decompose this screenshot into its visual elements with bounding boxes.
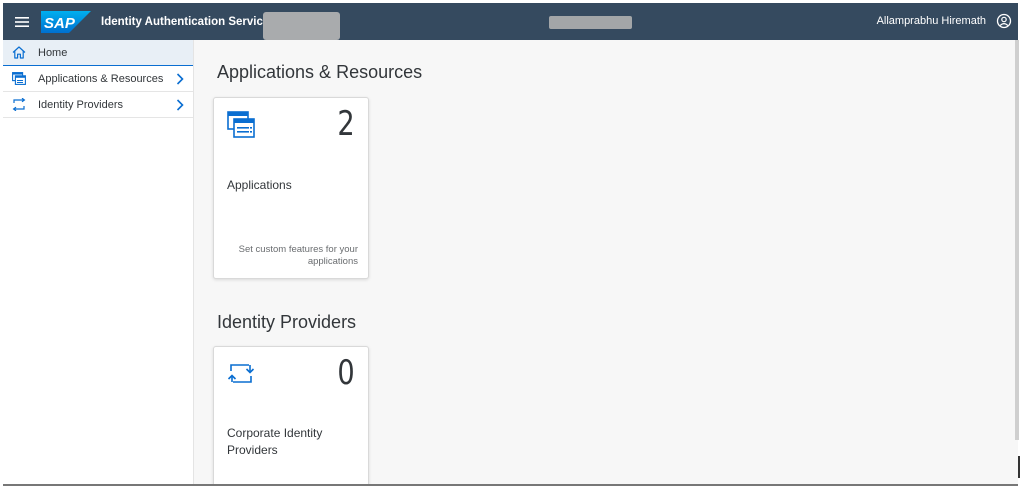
identity-providers-tile-title: Corporate Identity Providers bbox=[227, 426, 323, 457]
shell-bar: SAP Identity Authentication Service bbox=[3, 3, 1018, 40]
user-avatar-button[interactable] bbox=[996, 13, 1012, 29]
sidebar-item-home[interactable]: Home bbox=[3, 40, 193, 66]
chevron-right-icon[interactable] bbox=[175, 72, 185, 86]
chevron-right-icon[interactable] bbox=[175, 98, 185, 112]
user-avatar-icon bbox=[996, 13, 1012, 29]
section-title-identity-providers: Identity Providers bbox=[217, 312, 357, 332]
sidebar-item-label: Identity Providers bbox=[38, 98, 123, 111]
identity-providers-count: 0 bbox=[337, 353, 355, 393]
redacted-area bbox=[263, 12, 340, 40]
identity-providers-icon bbox=[227, 360, 255, 388]
user-name[interactable]: Allamprabhu Hiremath bbox=[877, 15, 986, 27]
applications-tile-title: Applications bbox=[227, 178, 292, 192]
product-title[interactable]: Identity Authentication Service bbox=[101, 16, 269, 28]
corporate-identity-providers-tile[interactable]: 0 Corporate Identity Providers bbox=[213, 346, 369, 484]
scrollbar[interactable] bbox=[1015, 40, 1019, 440]
window-bottom-border bbox=[3, 484, 1018, 486]
sidebar-item-label: Home bbox=[38, 46, 68, 59]
app-frame: SAP Identity Authentication Service Alla… bbox=[3, 3, 1018, 484]
menu-button[interactable] bbox=[7, 3, 37, 40]
side-navigation: Home Applications & Resources Identity P… bbox=[3, 40, 194, 484]
redacted-area bbox=[549, 16, 632, 29]
identity-providers-icon bbox=[12, 98, 26, 112]
sidebar-item-label: Applications & Resources bbox=[38, 72, 164, 85]
applications-tile[interactable]: 2 Applications Set custom features for y… bbox=[213, 97, 369, 279]
applications-icon bbox=[12, 72, 26, 86]
hamburger-icon bbox=[15, 16, 29, 27]
section-title-applications-resources: Applications & Resources bbox=[217, 62, 423, 82]
sidebar-item-applications-resources[interactable]: Applications & Resources bbox=[3, 66, 193, 92]
applications-tile-footer: Set custom features for your application… bbox=[238, 244, 358, 267]
applications-icon bbox=[227, 111, 255, 139]
home-icon bbox=[12, 46, 26, 60]
sap-logo-text: SAP bbox=[44, 15, 76, 32]
sap-logo[interactable]: SAP bbox=[41, 10, 91, 33]
scrollbar-thumb[interactable] bbox=[1018, 456, 1020, 478]
applications-count: 2 bbox=[337, 104, 355, 144]
main-content: Applications & Resources 2 Applications … bbox=[195, 40, 1018, 484]
sidebar-item-identity-providers[interactable]: Identity Providers bbox=[3, 92, 193, 118]
